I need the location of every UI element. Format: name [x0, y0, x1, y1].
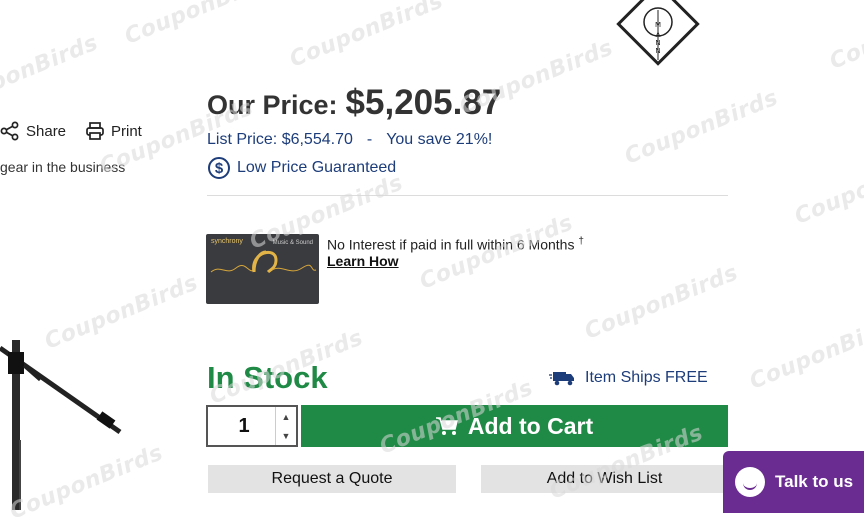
- footnote-mark: †: [578, 236, 584, 247]
- brand-logo: M A N N: [616, 0, 700, 66]
- free-shipping-info: Item Ships FREE: [549, 369, 708, 387]
- price-separator: -: [366, 131, 373, 148]
- watermark: CouponBirds: [791, 145, 864, 230]
- svg-text:N: N: [655, 39, 660, 47]
- list-price-line: List Price: $6,554.70- You save 21%!: [207, 131, 492, 149]
- stock-status: In Stock: [207, 360, 328, 395]
- credit-card-image: synchrony Music & Sound: [206, 234, 319, 304]
- add-to-wish-list-button[interactable]: Add to Wish List: [481, 465, 728, 493]
- chat-label: Talk to us: [775, 472, 854, 491]
- print-button[interactable]: Print: [85, 121, 142, 141]
- share-label: Share: [26, 122, 67, 140]
- quantity-buttons: ▲ ▼: [275, 407, 296, 445]
- financing-text: No Interest if paid in full within 6 Mon…: [327, 236, 584, 253]
- svg-text:M: M: [655, 21, 661, 29]
- watermark: CouponBirds: [746, 310, 864, 395]
- description-snippet: gear in the business: [0, 159, 126, 175]
- list-price: List Price: $6,554.70: [207, 131, 353, 148]
- quantity-stepper[interactable]: 1 ▲ ▼: [206, 405, 298, 447]
- guarantee-label: Low Price Guaranteed: [237, 159, 397, 176]
- watermark: CouponBirds: [621, 85, 782, 170]
- financing-message: No Interest if paid in full within 6 Mon…: [327, 236, 575, 253]
- dollar-circle-icon: $: [208, 157, 230, 179]
- share-icon: [0, 121, 19, 141]
- our-price-value: $5,205.87: [345, 83, 502, 122]
- svg-text:A: A: [656, 31, 661, 39]
- chevron-up-icon[interactable]: ▲: [276, 407, 296, 426]
- add-to-cart-button[interactable]: Add to Cart: [301, 405, 728, 447]
- truck-icon: [549, 372, 574, 386]
- learn-how-link[interactable]: Learn How: [327, 253, 399, 269]
- request-quote-button[interactable]: Request a Quote: [208, 465, 456, 493]
- chat-widget-button[interactable]: Talk to us: [723, 451, 864, 513]
- card-omega-graphic: [210, 250, 317, 274]
- svg-text:N: N: [655, 47, 660, 55]
- watermark: CouponBirds: [581, 260, 742, 345]
- our-price-label: Our Price:: [207, 90, 338, 120]
- print-label: Print: [111, 122, 142, 140]
- shipping-label: Item Ships FREE: [585, 369, 708, 386]
- watermark: CouponBirds: [826, 0, 864, 75]
- divider: [207, 195, 728, 196]
- watermark: CouponBirds: [121, 0, 282, 50]
- chevron-down-icon[interactable]: ▼: [276, 426, 296, 445]
- quantity-input[interactable]: 1: [208, 407, 280, 445]
- printer-icon: [86, 122, 104, 140]
- add-to-cart-label: Add to Cart: [467, 412, 594, 439]
- cart-icon: [435, 417, 458, 435]
- chat-bubble-icon: [735, 467, 765, 497]
- share-button[interactable]: Share: [0, 121, 66, 141]
- watermark: CouponBirds: [0, 30, 102, 115]
- low-price-guarantee-link[interactable]: $ Low Price Guaranteed: [208, 157, 396, 179]
- savings-text: You save 21%!: [386, 131, 493, 148]
- product-image: [0, 340, 122, 510]
- our-price: Our Price: $5,205.87: [207, 83, 501, 123]
- watermark: CouponBirds: [286, 0, 447, 73]
